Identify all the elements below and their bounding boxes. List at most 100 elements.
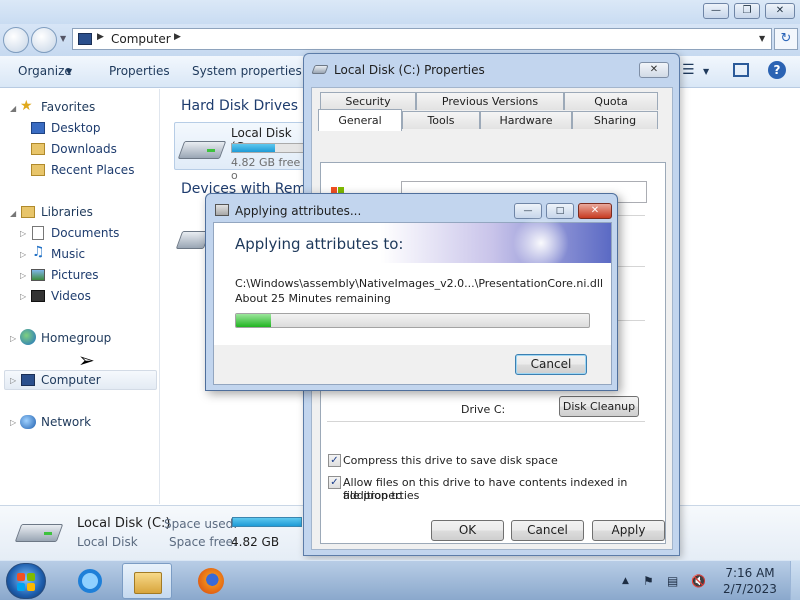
nav-network[interactable]: Network xyxy=(41,415,91,429)
clock-date: 2/7/2023 xyxy=(723,582,777,596)
mouse-cursor-icon: ➢ xyxy=(78,348,95,372)
expanded-icon[interactable]: ◢ xyxy=(10,104,16,113)
nav-desktop[interactable]: Desktop xyxy=(51,121,101,135)
address-bar[interactable]: ▶ Computer ▶ ▼ xyxy=(72,28,772,50)
nav-homegroup[interactable]: Homegroup xyxy=(41,331,111,345)
nav-downloads[interactable]: Downloads xyxy=(51,142,117,156)
tab-quota[interactable]: Quota xyxy=(564,92,658,110)
apply-dialog-heading: Applying attributes to: xyxy=(235,235,404,253)
network-tray-icon[interactable]: ▤ xyxy=(667,574,678,588)
desktop-icon xyxy=(31,122,45,134)
forward-button[interactable] xyxy=(31,27,57,53)
taskbar: ▲ ⚑ ▤ 🔇 7:16 AM 2/7/2023 xyxy=(0,560,800,600)
collapsed-icon[interactable]: ▷ xyxy=(20,229,26,238)
music-note-icon: ♫ xyxy=(32,244,45,260)
collapsed-icon[interactable]: ▷ xyxy=(10,376,16,385)
collapsed-icon[interactable]: ▷ xyxy=(20,250,26,259)
tab-previous-versions[interactable]: Previous Versions xyxy=(416,92,564,110)
apply-dialog-body: Applying attributes to: C:\Windows\assem… xyxy=(213,217,612,385)
navigation-pane: ◢ ★ Favorites Desktop Downloads Recent P… xyxy=(0,89,160,504)
preview-pane-icon[interactable] xyxy=(733,63,749,77)
nav-music[interactable]: Music xyxy=(51,247,85,261)
compress-checkbox[interactable]: ✓ xyxy=(328,454,341,467)
tab-tools[interactable]: Tools xyxy=(402,111,480,129)
collapsed-icon[interactable]: ▷ xyxy=(20,271,26,280)
apply-button[interactable]: Apply xyxy=(592,520,665,541)
apply-dialog-title: Applying attributes... xyxy=(235,204,362,218)
nav-computer[interactable]: Computer xyxy=(41,373,101,387)
address-dropdown-icon[interactable]: ▼ xyxy=(759,34,765,43)
current-file-path: C:\Windows\assembly\NativeImages_v2.0...… xyxy=(235,277,603,290)
taskbar-internet-explorer[interactable] xyxy=(65,563,115,599)
taskbar-firefox[interactable] xyxy=(186,563,236,599)
nav-recent-places[interactable]: Recent Places xyxy=(51,163,134,177)
homegroup-icon xyxy=(20,329,36,345)
collapsed-icon[interactable]: ▷ xyxy=(20,292,26,301)
expanded-icon[interactable]: ◢ xyxy=(10,209,16,218)
drive-free-space: 4.82 GB free o xyxy=(231,156,301,182)
close-button[interactable]: ✕ xyxy=(639,62,669,78)
help-icon[interactable]: ? xyxy=(768,61,786,79)
breadcrumb-chevron-icon: ▶ xyxy=(97,32,104,42)
space-free-value: 4.82 GB xyxy=(231,535,280,549)
organize-button[interactable]: Organize xyxy=(18,64,72,78)
progress-fill xyxy=(236,314,272,327)
properties-dialog-title: Local Disk (C:) Properties xyxy=(334,63,485,77)
drive-usage-bar xyxy=(231,143,311,153)
explorer-titlebar: — ❐ ✕ xyxy=(0,0,800,24)
cancel-button[interactable]: Cancel xyxy=(511,520,584,541)
back-button[interactable] xyxy=(3,27,29,53)
nav-videos[interactable]: Videos xyxy=(51,289,91,303)
collapsed-icon[interactable]: ▷ xyxy=(10,334,16,343)
start-button[interactable] xyxy=(6,563,46,599)
libraries-icon xyxy=(21,206,35,218)
tab-hardware[interactable]: Hardware xyxy=(480,111,572,129)
close-button[interactable]: ✕ xyxy=(765,3,795,19)
volume-muted-icon[interactable]: 🔇 xyxy=(691,574,706,588)
minimize-button[interactable]: — xyxy=(703,3,729,19)
space-free-label: Space free: xyxy=(169,535,238,549)
computer-icon xyxy=(78,33,92,45)
tab-sharing[interactable]: Sharing xyxy=(572,111,658,129)
index-checkbox[interactable]: ✓ xyxy=(328,476,341,489)
tray-overflow-icon[interactable]: ▲ xyxy=(622,576,629,586)
videos-icon xyxy=(31,290,45,302)
nav-pictures[interactable]: Pictures xyxy=(51,268,99,282)
properties-button[interactable]: Properties xyxy=(109,64,170,78)
nav-favorites[interactable]: Favorites xyxy=(41,100,95,114)
refresh-button[interactable]: ↻ xyxy=(774,28,798,50)
tab-general[interactable]: General xyxy=(318,109,402,131)
clock[interactable]: 7:16 AM 2/7/2023 xyxy=(720,565,780,597)
group-header-hard-disk-drives[interactable]: Hard Disk Drives (1 xyxy=(181,98,317,114)
compress-label[interactable]: Compress this drive to save disk space xyxy=(343,454,558,467)
tab-security[interactable]: Security xyxy=(320,92,416,110)
apply-cancel-button[interactable]: Cancel xyxy=(515,354,587,375)
breadcrumb[interactable]: Computer xyxy=(111,32,171,46)
index-label-continued[interactable]: file properties xyxy=(343,489,419,502)
recent-pages-dropdown-icon[interactable]: ▼ xyxy=(60,34,66,43)
close-button[interactable]: ✕ xyxy=(578,203,612,219)
restore-button[interactable]: ❐ xyxy=(734,3,760,19)
folder-icon xyxy=(134,572,162,594)
show-desktop-button[interactable] xyxy=(790,561,800,600)
breadcrumb-chevron-icon[interactable]: ▶ xyxy=(174,32,181,42)
network-icon xyxy=(20,415,36,429)
view-dropdown-icon[interactable]: ▼ xyxy=(703,67,709,76)
nav-documents[interactable]: Documents xyxy=(51,226,119,240)
disk-cleanup-button[interactable]: Disk Cleanup xyxy=(559,396,639,417)
dialog-app-icon xyxy=(215,204,229,216)
taskbar-windows-explorer[interactable] xyxy=(122,563,172,599)
system-properties-button[interactable]: System properties xyxy=(192,64,302,78)
drive-tile-c[interactable]: Local Disk (C: 4.82 GB free o xyxy=(174,122,311,182)
organize-dropdown-icon[interactable]: ▼ xyxy=(66,67,72,76)
view-options-icon[interactable]: ☰ xyxy=(682,62,695,78)
drive-usage-fill xyxy=(232,144,275,152)
ok-button[interactable]: OK xyxy=(431,520,504,541)
action-center-flag-icon[interactable]: ⚑ xyxy=(643,574,654,588)
space-used-label: Space used: xyxy=(164,517,238,531)
drive-letter-label: Drive C: xyxy=(461,403,506,416)
progress-bar xyxy=(235,313,590,328)
collapsed-icon[interactable]: ▷ xyxy=(10,418,16,427)
address-row: ▼ ▶ Computer ▶ ▼ ↻ xyxy=(0,24,800,56)
nav-libraries[interactable]: Libraries xyxy=(41,205,93,219)
